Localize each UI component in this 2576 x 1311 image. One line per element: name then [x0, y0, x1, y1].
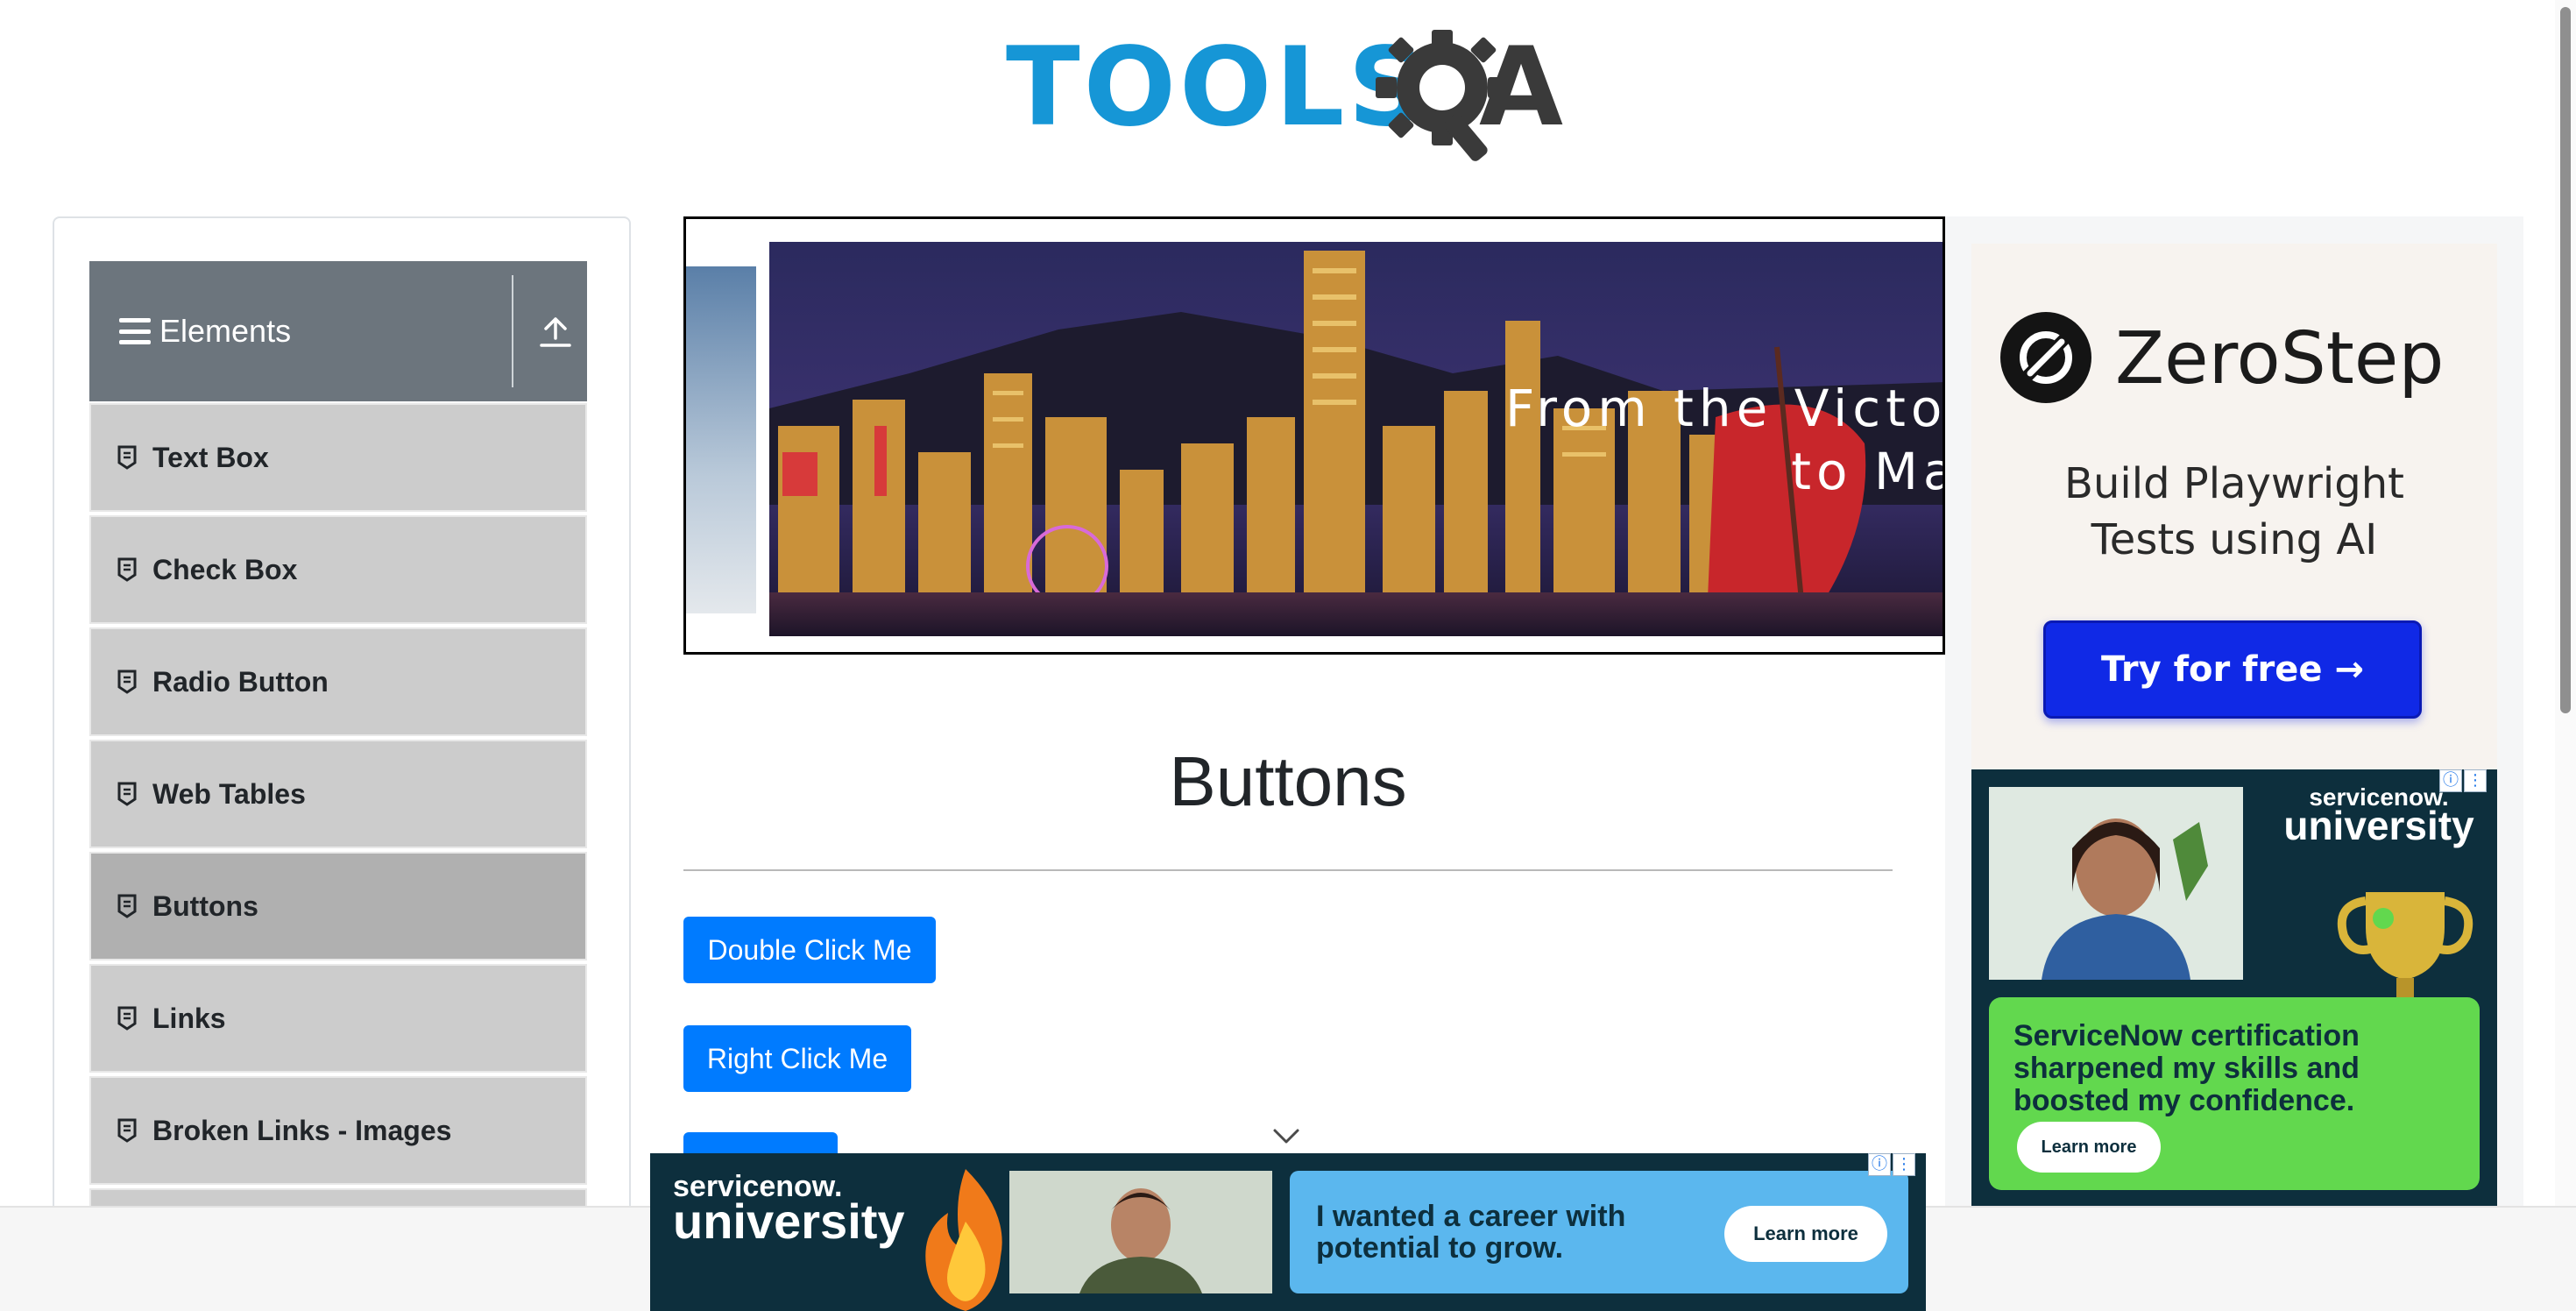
file-icon [117, 670, 137, 694]
sidebar-item-label: Text Box [152, 441, 269, 473]
scrollbar-thumb[interactable] [2560, 7, 2571, 713]
learn-more-button[interactable]: Learn more [1724, 1206, 1887, 1262]
ad-menu-icon[interactable]: ⋮ [2464, 769, 2487, 792]
ad-info-icon[interactable]: ⓘ [2439, 769, 2462, 792]
servicenow-bottom-ad[interactable]: servicenow. university I wanted a career… [650, 1153, 1926, 1311]
sidebar-item-label: Web Tables [152, 777, 306, 810]
servicenow-university-logo: servicenow. university [673, 1170, 905, 1249]
file-icon [117, 1006, 137, 1031]
file-icon [117, 557, 137, 582]
sidebar-group-elements[interactable]: Elements [89, 261, 587, 401]
hamburger-icon [119, 318, 151, 344]
sidebar-item-links[interactable]: Links [89, 964, 587, 1073]
file-icon [117, 894, 137, 918]
banner-ad[interactable]: From the Victoria to Maca [683, 216, 1945, 655]
file-icon [117, 445, 137, 470]
file-icon [117, 1118, 137, 1143]
file-icon [117, 782, 137, 806]
zerostep-brand: ZeroStep [2115, 317, 2445, 400]
banner-headline-line1: From the Victoria [1505, 379, 1945, 438]
toolsqa-logo[interactable]: TOOLS A [1006, 25, 1575, 165]
try-for-free-button[interactable]: Try for free → [2043, 620, 2422, 719]
sidebar-group-title: Elements [159, 313, 292, 349]
sidebar-item-buttons[interactable]: Buttons [89, 852, 587, 960]
ad-menu-icon[interactable]: ⋮ [1893, 1153, 1915, 1176]
learn-more-button[interactable]: Learn more [2017, 1122, 2161, 1173]
banner-side-image [686, 266, 756, 613]
zerostep-logo-icon [2000, 312, 2091, 403]
banner-headline: From the Victoria to Maca [1505, 377, 1945, 503]
right-click-button[interactable]: Right Click Me [683, 1025, 911, 1092]
servicenow-quote: ServiceNow certification sharpened my sk… [2013, 1019, 2360, 1117]
sidebar-item-web-tables[interactable]: Web Tables [89, 740, 587, 848]
zerostep-tagline: Build Playwright Tests using AI [1971, 456, 2497, 568]
chevron-down-icon[interactable] [1272, 1127, 1300, 1146]
sidebar-item-check-box[interactable]: Check Box [89, 515, 587, 624]
sidebar-item-label: Broken Links - Images [152, 1114, 452, 1146]
logo-text-suffix: A [1479, 25, 1563, 151]
ad-photo [1009, 1171, 1272, 1293]
ad-info-icon[interactable]: ⓘ [1868, 1153, 1891, 1176]
flame-icon [925, 1169, 1002, 1311]
sidebar-item-broken-links-images[interactable]: Broken Links - Images [89, 1076, 587, 1185]
sidebar-item-radio-button[interactable]: Radio Button [89, 627, 587, 736]
sidebar-menu: Text Box Check Box Radio Button Web Tabl… [89, 403, 587, 1300]
logo-text: TOOLS [1006, 25, 1430, 151]
sidebar-item-label: Buttons [152, 889, 258, 922]
upload-arrow-icon[interactable] [534, 312, 577, 351]
header-divider [512, 275, 513, 387]
ad-photo [1989, 787, 2243, 980]
zerostep-tagline-line1: Build Playwright [2064, 459, 2404, 508]
zerostep-tagline-line2: Tests using AI [2091, 515, 2378, 564]
page-title: Buttons [1169, 742, 1407, 820]
sidebar-item-label: Radio Button [152, 665, 329, 698]
sidebar-item-label: Links [152, 1002, 226, 1034]
servicenow-headline: I wanted a career with potential to grow… [1316, 1200, 1626, 1265]
double-click-button[interactable]: Double Click Me [683, 917, 936, 983]
title-divider [683, 869, 1893, 871]
servicenow-side-ad[interactable]: servicenow. university ServiceNow certif… [1971, 769, 2497, 1208]
sidebar-item-text-box[interactable]: Text Box [89, 403, 587, 512]
banner-headline-line2: to Maca [1791, 442, 1943, 501]
sidebar-item-label: Check Box [152, 553, 298, 585]
